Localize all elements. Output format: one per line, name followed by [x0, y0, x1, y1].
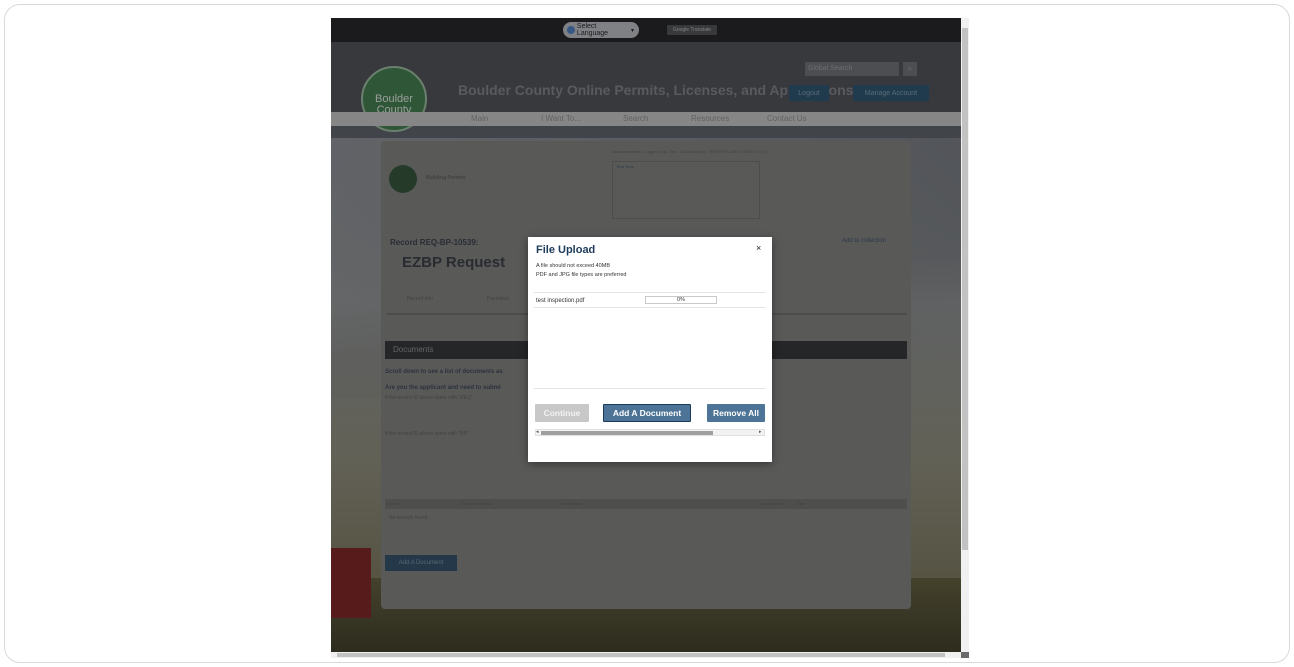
- file-list-area: [534, 309, 766, 389]
- close-icon[interactable]: ×: [756, 243, 761, 253]
- modal-horizontal-scrollbar[interactable]: ◂ ▸: [535, 429, 765, 436]
- add-document-button[interactable]: Add A Document: [603, 404, 691, 422]
- remove-all-button[interactable]: Remove All: [707, 404, 765, 422]
- type-note: PDF and JPG file types are preferred: [536, 272, 627, 278]
- file-upload-dialog: File Upload × A file should not exceed 4…: [528, 237, 772, 462]
- page-viewport: Select Language ▾ Google Translate Bould…: [331, 18, 969, 658]
- size-note: A file should not exceed 40MB: [536, 263, 610, 269]
- file-row: test inspection.pdf 0%: [534, 292, 766, 308]
- browser-frame: Select Language ▾ Google Translate Bould…: [4, 4, 1290, 663]
- page-vertical-scroll-thumb[interactable]: [962, 28, 968, 550]
- continue-button[interactable]: Continue: [535, 404, 589, 422]
- scroll-right-icon[interactable]: ▸: [759, 429, 762, 435]
- scroll-left-icon[interactable]: ◂: [536, 429, 539, 435]
- modal-scroll-thumb[interactable]: [541, 431, 713, 435]
- modal-title: File Upload: [536, 244, 596, 256]
- upload-progress: 0%: [645, 296, 717, 304]
- page-horizontal-scrollbar[interactable]: [331, 652, 961, 658]
- page-vertical-scrollbar[interactable]: [961, 18, 969, 652]
- file-name: test inspection.pdf: [536, 298, 585, 304]
- page-horizontal-scroll-thumb[interactable]: [337, 653, 945, 657]
